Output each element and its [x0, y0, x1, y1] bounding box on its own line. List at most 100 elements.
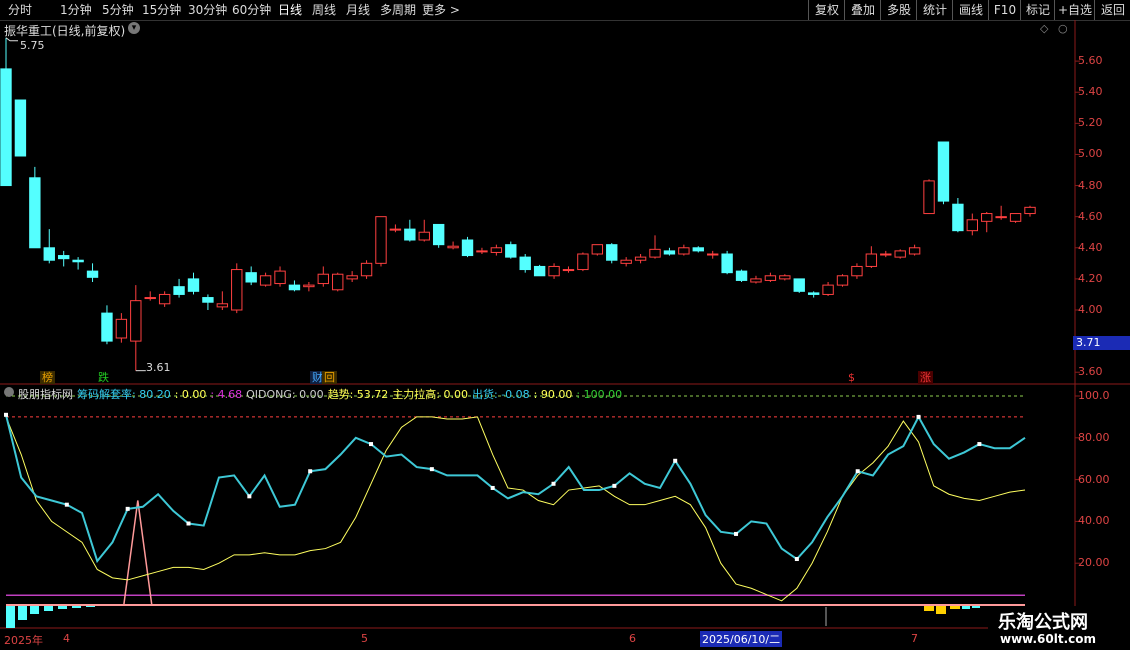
- candle-body: [952, 203, 964, 232]
- candle-body: [995, 216, 1007, 219]
- volume-bar: [962, 606, 970, 609]
- candle-body: [389, 228, 402, 231]
- price-tick-label: 4.80: [1078, 178, 1103, 192]
- spike-line: [123, 500, 153, 606]
- indicator-tick-label: 20.00: [1078, 556, 1110, 570]
- low-price-label: 3.61: [146, 361, 171, 374]
- indicator-tick-label: 40.00: [1078, 514, 1110, 528]
- candle-body: [130, 300, 142, 342]
- high-price-label: 5.75: [20, 39, 45, 52]
- date-label-year: 2025年: [4, 634, 43, 647]
- volume-bar: [86, 606, 95, 607]
- release-rate-point: [916, 414, 921, 419]
- candle-body: [288, 284, 301, 291]
- price-tick-label: 5.40: [1078, 85, 1103, 99]
- volume-bar: [30, 606, 39, 614]
- candle-body: [981, 213, 993, 222]
- candle-body: [360, 262, 373, 277]
- watermark-url: www.60lt.com: [1000, 632, 1097, 646]
- candle-body: [937, 141, 950, 202]
- candle-body: [202, 297, 214, 303]
- release-rate-point: [490, 485, 495, 490]
- candle-body: [822, 284, 834, 295]
- candle-body: [620, 259, 632, 264]
- candle-body: [332, 273, 344, 291]
- volume-bar: [44, 606, 53, 611]
- candle-body: [57, 255, 70, 260]
- price-tick-label: 5.00: [1078, 147, 1103, 161]
- release-rate-line: [5, 414, 1026, 564]
- candle-body: [851, 265, 863, 277]
- release-rate-point: [247, 494, 252, 499]
- candle-body: [187, 278, 200, 292]
- watermark-title: 乐淘公式网: [998, 612, 1088, 633]
- candle-body: [807, 292, 820, 295]
- price-tick-label: 5.20: [1078, 116, 1103, 130]
- candle-body: [490, 247, 503, 253]
- candle-body: [101, 312, 113, 342]
- high-marker: [5, 37, 18, 42]
- volume-bar: [6, 606, 15, 628]
- price-tick-label: 4.40: [1078, 240, 1103, 254]
- candle-body: [231, 269, 243, 311]
- candle-body: [418, 231, 430, 241]
- release-rate-point: [794, 557, 799, 562]
- badge-text: 跌: [98, 371, 109, 384]
- candle-body: [245, 272, 257, 283]
- candle-body: [158, 293, 171, 305]
- badge-text: 回: [324, 371, 335, 384]
- legend-item: 主力拉高: 0.00: [392, 388, 468, 401]
- candle-body: [707, 253, 719, 256]
- signal-bar: [950, 606, 960, 609]
- candle-body: [274, 270, 286, 285]
- release-rate-point: [734, 531, 739, 536]
- volume-bar: [58, 606, 67, 609]
- candle-body: [476, 250, 488, 253]
- candle-body: [908, 247, 921, 255]
- candle-body: [86, 270, 99, 278]
- indicator-name: 股朋指标网: [18, 388, 73, 401]
- release-rate-point: [673, 458, 678, 463]
- release-rate-point: [125, 506, 130, 511]
- candle-body: [663, 250, 676, 255]
- kline-chart[interactable]: [0, 0, 1130, 650]
- candle-body: [447, 245, 459, 249]
- release-rate-point: [551, 481, 556, 486]
- release-rate-point: [4, 412, 8, 417]
- legend-item: QIDONG: 0.00: [246, 388, 324, 401]
- candle-body: [1009, 213, 1022, 222]
- candle-body: [634, 256, 647, 261]
- candle-body: [750, 278, 762, 283]
- event-badge-rise[interactable]: 涨: [918, 371, 933, 384]
- candle-body: [29, 177, 41, 249]
- candle-body: [216, 303, 229, 308]
- price-tick-label: 5.60: [1078, 54, 1103, 68]
- release-rate-point: [612, 483, 617, 488]
- candle-body: [0, 68, 12, 187]
- event-badge-list[interactable]: 榜: [40, 371, 55, 384]
- candle-body: [14, 99, 27, 157]
- candle-body: [836, 275, 849, 286]
- indicator-tick-label: 60.00: [1078, 472, 1110, 486]
- candle-body: [173, 286, 185, 295]
- event-badge-dollar[interactable]: $: [846, 371, 857, 384]
- candle-body: [375, 216, 387, 264]
- indicator-menu-icon[interactable]: [4, 387, 14, 397]
- event-badge-drop[interactable]: 跌: [96, 371, 111, 384]
- release-rate-point: [369, 442, 374, 447]
- candle-body: [721, 253, 733, 274]
- candle-body: [591, 244, 604, 255]
- event-badge-buyback[interactable]: 回: [322, 371, 337, 384]
- release-rate-point: [308, 469, 313, 474]
- candle-body: [779, 275, 791, 280]
- candle-body: [894, 250, 906, 258]
- candle-body: [865, 253, 878, 267]
- candle-body: [505, 244, 517, 258]
- indicator-tick-label: 80.00: [1078, 430, 1110, 444]
- candle-body: [533, 265, 546, 277]
- candle-body: [880, 253, 892, 256]
- candle-body: [72, 259, 84, 263]
- candle-body: [735, 270, 748, 281]
- candle-body: [259, 275, 272, 286]
- price-tick-label: 4.20: [1078, 271, 1103, 285]
